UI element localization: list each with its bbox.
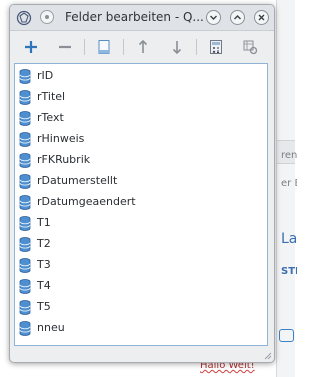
field-label: rDatumerstellt [37,174,118,187]
toolbar-separator [84,39,85,55]
background-window: ren- er Ber La STEL [276,0,297,377]
database-icon [19,237,31,252]
field-item[interactable]: T4 [15,276,267,297]
edit-field-button[interactable] [92,36,116,58]
field-label: T1 [37,216,51,229]
minimize-button[interactable] [206,10,221,25]
minus-icon [59,45,71,49]
field-item[interactable]: rFKRubrik [15,150,267,171]
field-item[interactable]: rDatumgeaendert [15,192,267,213]
background-text-fragment: er Ber [281,178,297,189]
database-icon [19,195,31,210]
database-icon [19,69,31,84]
database-icon [19,321,31,336]
database-icon [19,174,31,189]
field-label: rHinweis [37,132,85,145]
field-item[interactable]: T1 [15,213,267,234]
remove-field-button[interactable] [53,36,77,58]
field-item[interactable]: rDatumerstellt [15,171,267,192]
pin-button[interactable] [40,10,54,24]
field-label: rTitel [37,90,66,103]
toolbar-separator [196,39,197,55]
move-up-button[interactable] [131,36,155,58]
settings-button[interactable] [238,36,262,58]
background-text-fragment: STEL [281,266,297,277]
app-logo-icon [16,10,32,26]
database-icon [19,111,31,126]
database-icon [19,132,31,147]
field-item[interactable]: rHinweis [15,129,267,150]
database-icon [19,279,31,294]
field-item[interactable]: T5 [15,297,267,318]
field-label: T2 [37,237,51,250]
field-label: T4 [37,279,51,292]
database-icon [19,258,31,273]
database-icon [19,153,31,168]
calculator-button[interactable] [204,36,228,58]
close-icon [258,14,265,21]
calculator-icon [210,40,222,54]
close-button[interactable] [254,10,269,25]
field-label: rText [37,111,64,124]
field-item[interactable]: T3 [15,255,267,276]
background-heading-fragment: La [281,231,297,247]
field-item[interactable]: rID [15,66,267,87]
field-item[interactable]: rText [15,108,267,129]
document-icon [98,40,110,54]
toolbar [10,31,274,63]
background-text-fragment: ren- [281,150,297,161]
arrow-up-icon [138,39,148,53]
field-label: T3 [37,258,51,271]
chevron-down-icon [210,15,217,20]
title-bar[interactable]: Felder bearbeiten - Q... [10,5,274,31]
table-settings-icon [243,40,258,55]
field-list[interactable]: rID rTitel rText rHinweis rFKRubrik rDatumers… [14,63,268,346]
field-item[interactable]: rTitel [15,87,267,108]
arrow-down-icon [172,41,182,55]
field-label: rDatumgeaendert [37,195,136,208]
window-title: Felder bearbeiten - Q... [65,10,203,24]
database-icon [19,90,31,105]
field-label: rID [37,69,54,82]
field-item[interactable]: T2 [15,234,267,255]
field-label: T5 [37,300,51,313]
plus-icon [25,41,37,53]
resize-grip-icon[interactable] [262,350,272,360]
toolbar-separator [123,39,124,55]
edit-fields-dialog: Felder bearbeiten - Q... rID rTitel rTex… [9,4,275,363]
add-field-button[interactable] [19,36,43,58]
move-down-button[interactable] [165,36,189,58]
database-icon [19,216,31,231]
field-label: nneu [37,321,65,334]
maximize-button[interactable] [230,10,245,25]
comment-icon[interactable] [279,329,294,342]
database-icon [19,300,31,315]
chevron-up-icon [234,15,241,20]
field-item[interactable]: nneu [15,318,267,339]
field-label: rFKRubrik [37,153,91,166]
